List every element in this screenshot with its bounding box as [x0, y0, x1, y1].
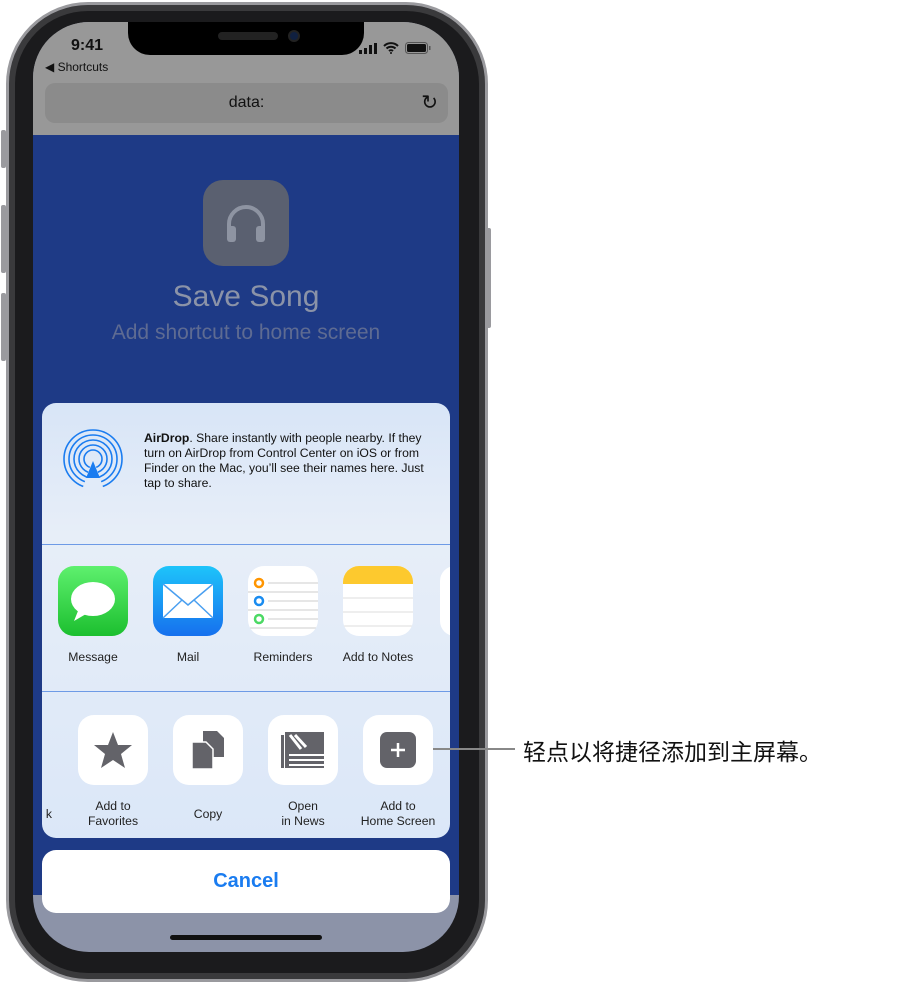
notes-icon [343, 566, 413, 636]
headphones-icon [203, 180, 289, 266]
address-bar[interactable]: data: ↻ [45, 83, 448, 123]
more-app-partial[interactable] [440, 566, 450, 636]
copy-icon [173, 715, 243, 785]
callout-line [433, 748, 515, 750]
divider [42, 544, 450, 545]
add-square-icon [363, 715, 433, 785]
share-app-message[interactable]: Message [45, 566, 141, 665]
phone-screen: 9:41 ◀ Shortcuts data: ↻ Save Song Add s… [33, 22, 459, 952]
cancel-button[interactable]: Cancel [42, 850, 450, 913]
share-app-mail[interactable]: Mail [140, 566, 236, 665]
news-icon [268, 715, 338, 785]
url-text: data: [228, 94, 265, 111]
share-app-notes[interactable]: Add to Notes [330, 566, 426, 665]
action-open-in-news[interactable]: Open in News [255, 715, 351, 829]
back-to-shortcuts-link[interactable]: ◀ Shortcuts [45, 60, 108, 74]
share-app-reminders[interactable]: Reminders [235, 566, 331, 665]
shortcut-title: Save Song [172, 280, 320, 313]
message-icon [58, 566, 128, 636]
action-copy[interactable]: Copy [160, 715, 256, 822]
status-icons [359, 42, 431, 54]
action-add-to-home-screen[interactable]: Add to Home Screen [350, 715, 446, 829]
shortcut-subtitle: Add shortcut to home screen [111, 321, 381, 344]
wifi-icon [383, 42, 399, 54]
reload-icon[interactable]: ↻ [421, 83, 438, 123]
notch [128, 22, 364, 55]
star-icon [78, 715, 148, 785]
action-add-to-favorites[interactable]: Add to Favorites [65, 715, 161, 829]
cellular-signal-icon [359, 43, 377, 54]
airdrop-description: AirDrop. Share instantly with people nea… [144, 431, 424, 490]
callout-text: 轻点以将捷径添加到主屏幕。 [523, 739, 822, 765]
status-time: 9:41 [71, 37, 104, 54]
share-sheet: AirDrop. Share instantly with people nea… [42, 403, 450, 838]
status-and-address-area: 9:41 ◀ Shortcuts data: ↻ [33, 22, 459, 135]
airdrop-icon [63, 429, 123, 490]
divider [42, 691, 450, 692]
home-indicator [170, 935, 322, 940]
action-partial[interactable]: k [42, 715, 52, 822]
battery-icon [405, 42, 431, 54]
mail-icon [153, 566, 223, 636]
reminders-icon [248, 566, 318, 636]
